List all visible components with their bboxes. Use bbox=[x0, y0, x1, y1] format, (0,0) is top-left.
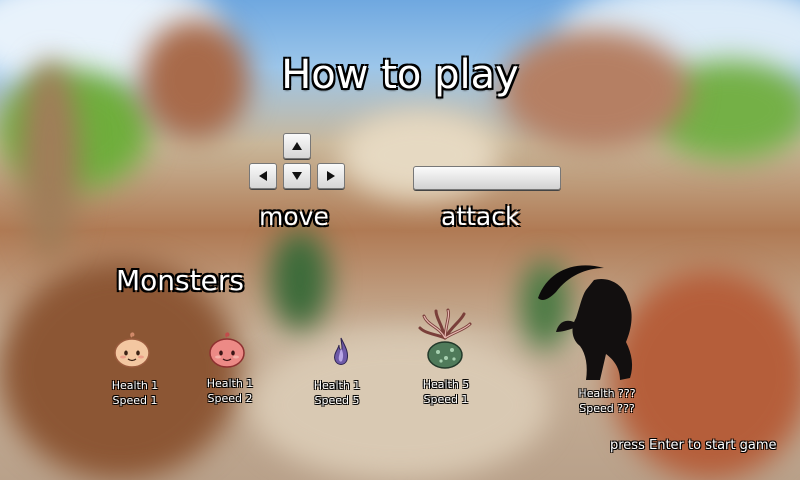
pink-slime-icon bbox=[209, 332, 245, 368]
peach-slime-icon bbox=[114, 332, 150, 368]
monster-speed: Speed 2 bbox=[207, 392, 253, 405]
spacebar-icon bbox=[413, 166, 561, 190]
attack-label: attack bbox=[441, 202, 520, 231]
down-arrow-icon bbox=[283, 163, 311, 189]
right-arrow-icon bbox=[317, 163, 345, 189]
monster-speed: Speed ??? bbox=[579, 402, 635, 415]
monster-health: Health 1 bbox=[313, 379, 361, 392]
page-title: How to play bbox=[281, 52, 519, 98]
monster-health: Health ??? bbox=[578, 387, 636, 400]
monster-speed: Speed 1 bbox=[112, 394, 158, 407]
tentacle-plant-icon bbox=[418, 308, 472, 369]
monsters-heading: Monsters bbox=[116, 264, 244, 297]
shadow-boss-icon bbox=[538, 265, 633, 380]
up-arrow-icon bbox=[283, 133, 311, 159]
move-label: move bbox=[259, 202, 329, 231]
left-arrow-icon bbox=[249, 163, 277, 189]
monster-health: Health 1 bbox=[206, 377, 254, 390]
monster-health: Health 1 bbox=[111, 379, 159, 392]
start-game-hint: press Enter to start game bbox=[610, 438, 777, 453]
monster-speed: Speed 1 bbox=[423, 393, 469, 406]
monster-health: Health 5 bbox=[422, 378, 470, 391]
purple-wisp-icon bbox=[334, 337, 348, 365]
monster-speed: Speed 5 bbox=[314, 394, 360, 407]
